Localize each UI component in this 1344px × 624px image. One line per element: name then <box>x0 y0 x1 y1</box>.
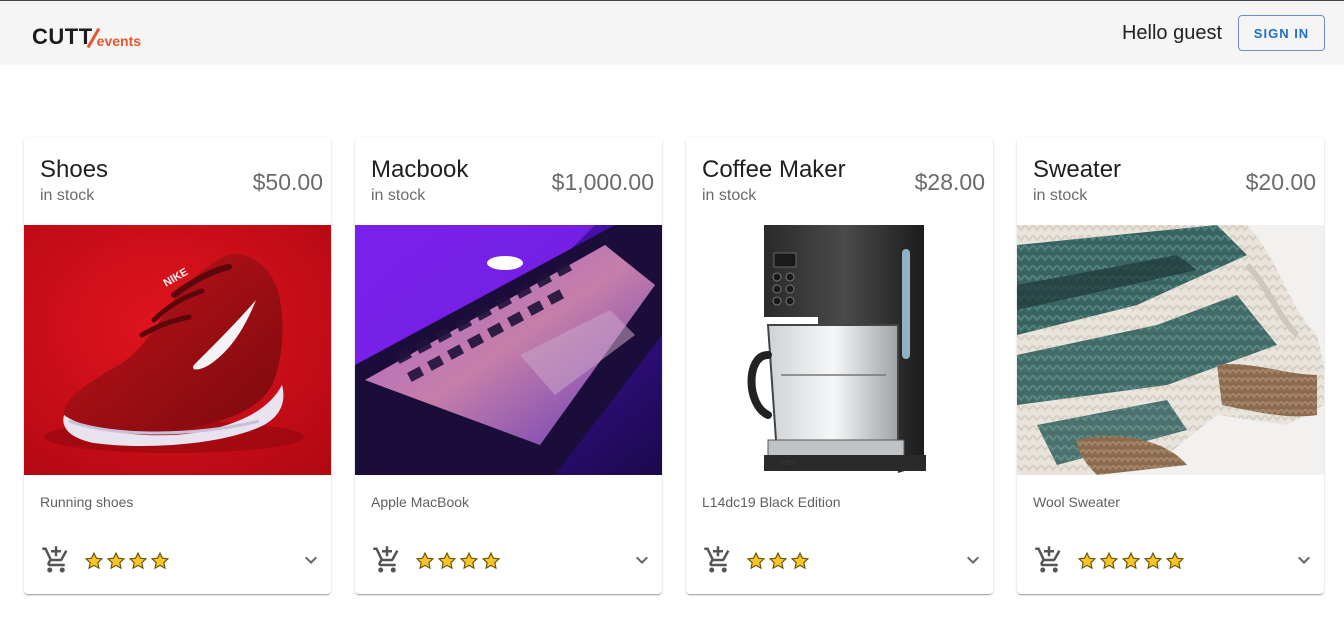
product-image-shoe: NIKE <box>24 225 331 475</box>
product-price: $28.00 <box>914 169 985 195</box>
product-price: $20.00 <box>1245 169 1316 195</box>
card-actions <box>40 544 323 576</box>
stock-status: in stock <box>702 187 757 204</box>
rating-stars <box>746 551 810 571</box>
expand-button[interactable] <box>961 548 985 572</box>
add-shopping-cart-icon <box>1035 546 1061 573</box>
add-to-cart-button[interactable] <box>1033 544 1065 576</box>
add-to-cart-button[interactable] <box>371 544 403 576</box>
add-shopping-cart-icon <box>373 546 399 573</box>
app-header: CUTT events Hello guest SIGN IN <box>0 1 1344 65</box>
stock-status: in stock <box>1033 187 1088 204</box>
svg-text:IDEK: IDEK <box>780 460 797 467</box>
sign-in-button[interactable]: SIGN IN <box>1238 15 1325 51</box>
product-description: L14dc19 Black Edition <box>702 494 841 510</box>
star-icon <box>84 551 104 570</box>
star-icon <box>1143 551 1163 570</box>
star-icon <box>459 551 479 570</box>
add-shopping-cart-icon <box>704 546 730 573</box>
star-icon <box>746 551 766 570</box>
star-icon <box>768 551 788 570</box>
star-icon <box>481 551 501 570</box>
product-title: Macbook <box>371 156 469 183</box>
star-icon <box>128 551 148 570</box>
add-to-cart-button[interactable] <box>40 544 72 576</box>
stock-status: in stock <box>40 187 95 204</box>
product-description: Apple MacBook <box>371 494 470 510</box>
brand-logo[interactable]: CUTT events <box>32 22 142 50</box>
rating-stars <box>415 551 501 571</box>
product-price: $1,000.00 <box>551 169 654 195</box>
rating-stars <box>1077 551 1185 571</box>
product-card: Shoes in stock $50.00 NIKE Running shoes <box>24 137 331 594</box>
star-icon <box>1165 551 1185 570</box>
star-icon <box>437 551 457 570</box>
product-image-laptop <box>355 225 662 475</box>
add-shopping-cart-icon <box>42 546 68 573</box>
expand-button[interactable] <box>630 548 654 572</box>
stock-status: in stock <box>371 187 426 204</box>
star-icon <box>1077 551 1097 570</box>
star-icon <box>1121 551 1141 570</box>
star-icon <box>790 551 810 570</box>
product-grid: Shoes in stock $50.00 NIKE Running shoes… <box>24 137 1324 594</box>
expand-button[interactable] <box>1292 548 1316 572</box>
product-image-coffee-maker: IDEK <box>686 225 993 475</box>
product-image-sweater <box>1017 225 1324 475</box>
product-card: Macbook in stock $1,000.00 Apple MacBook <box>355 137 662 594</box>
product-card: Sweater in stock $20.00 Wool Sweater <box>1017 137 1324 594</box>
user-greeting: Hello guest <box>1121 22 1222 44</box>
product-price: $50.00 <box>252 169 323 195</box>
product-title: Shoes <box>40 156 109 183</box>
expand-button[interactable] <box>299 548 323 572</box>
card-actions <box>702 544 985 576</box>
card-actions <box>1033 544 1316 576</box>
chevron-down-icon <box>967 556 979 564</box>
chevron-down-icon <box>305 556 317 564</box>
rating-stars <box>84 551 170 571</box>
chevron-down-icon <box>1298 556 1310 564</box>
star-icon <box>415 551 435 570</box>
chevron-down-icon <box>636 556 648 564</box>
star-icon <box>106 551 126 570</box>
product-description: Running shoes <box>40 494 134 510</box>
logo-main-text: CUTT <box>32 24 93 49</box>
logo-slash <box>87 26 99 48</box>
product-card: Coffee Maker in stock $28.00 IDEK L14dc1… <box>686 137 993 594</box>
star-icon <box>1099 551 1119 570</box>
add-to-cart-button[interactable] <box>702 544 734 576</box>
logo-sub-text: events <box>96 33 142 49</box>
product-title: Sweater <box>1033 156 1122 183</box>
product-title: Coffee Maker <box>702 156 846 183</box>
card-actions <box>371 544 654 576</box>
star-icon <box>150 551 170 570</box>
product-description: Wool Sweater <box>1033 494 1120 510</box>
